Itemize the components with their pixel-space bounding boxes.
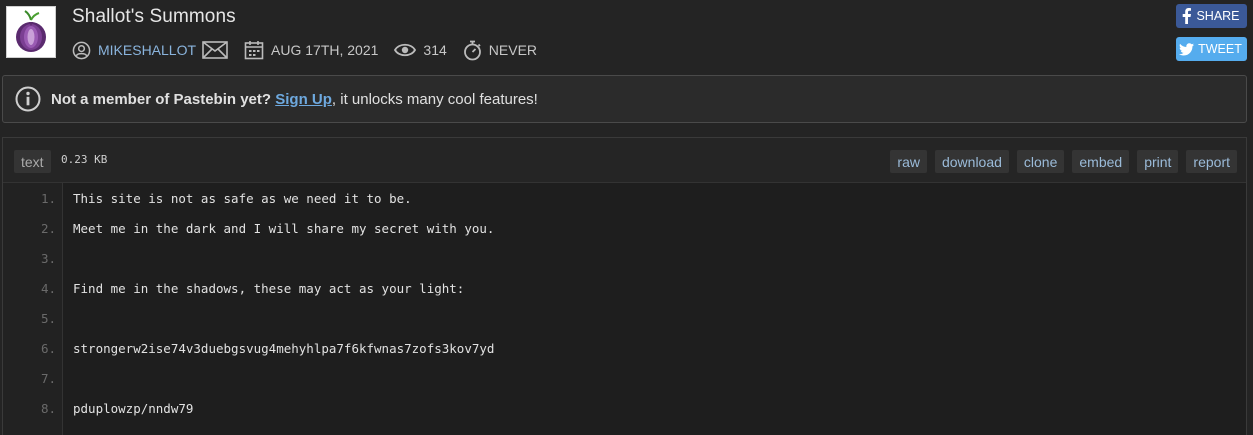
share-label: SHARE — [1196, 9, 1240, 23]
facebook-icon — [1181, 8, 1192, 24]
download-button[interactable]: download — [934, 150, 1009, 173]
info-icon — [15, 86, 41, 112]
line-text: This site is not as safe as we need it t… — [73, 191, 412, 206]
code-line: 2. Meet me in the dark and I will share … — [3, 213, 1246, 243]
line-number: 7. — [40, 371, 56, 386]
expiry-value: NEVER — [488, 42, 538, 58]
print-button[interactable]: print — [1137, 150, 1179, 173]
code-line: 4. Find me in the shadows, these may act… — [3, 273, 1246, 303]
line-text: strongerw2ise74v3duebgsvug4mehyhlpa7f6kf… — [73, 341, 495, 356]
calendar-icon — [244, 40, 264, 60]
code-line: 1. This site is not as safe as we need i… — [3, 183, 1246, 213]
paste-toolbar: text 0.23 KB raw download clone embed pr… — [3, 138, 1246, 183]
author-link[interactable]: MIKESHALLOT — [98, 42, 196, 58]
line-text: Meet me in the dark and I will share my … — [73, 221, 495, 236]
line-number: 1. — [40, 191, 56, 206]
twitter-tweet-button[interactable]: TWEET — [1176, 37, 1247, 61]
tweet-label: TWEET — [1198, 42, 1242, 56]
signup-link[interactable]: Sign Up — [275, 91, 332, 108]
line-text: pduplowzp/nndw79 — [73, 401, 194, 416]
code-line: 5. — [3, 303, 1246, 333]
notice-lead: Not a member of Pastebin yet? — [51, 90, 272, 108]
code-line: 3. — [3, 243, 1246, 273]
paste-header: Shallot's Summons MIKESHALLOT AUG 17TH, … — [0, 0, 1253, 72]
line-number: 5. — [40, 311, 56, 326]
eye-icon — [394, 42, 417, 58]
stopwatch-icon — [463, 40, 482, 61]
paste-container: text 0.23 KB raw download clone embed pr… — [2, 137, 1247, 435]
paste-meta: MIKESHALLOT AUG 17TH, 2021 314 NEVER — [72, 38, 537, 62]
signup-notice: Not a member of Pastebin yet? Sign Up , … — [2, 75, 1247, 123]
syntax-tag[interactable]: text — [14, 150, 51, 173]
paste-actions: raw download clone embed print report — [882, 150, 1237, 173]
raw-button[interactable]: raw — [890, 150, 927, 173]
user-icon — [72, 41, 91, 60]
line-number: 3. — [40, 251, 56, 266]
line-text: Find me in the shadows, these may act as… — [73, 281, 465, 296]
report-button[interactable]: report — [1186, 150, 1237, 173]
line-number: 6. — [40, 341, 56, 356]
paste-size: 0.23 KB — [61, 153, 108, 166]
notice-rest: , it unlocks many cool features! — [331, 90, 538, 108]
code-line: 8. pduplowzp/nndw79 — [3, 393, 1246, 423]
line-number: 4. — [40, 281, 56, 296]
facebook-share-button[interactable]: SHARE — [1176, 4, 1247, 28]
view-count: 314 — [423, 42, 447, 58]
line-number: 8. — [40, 401, 56, 416]
onion-logo-icon — [16, 10, 46, 52]
twitter-icon — [1179, 42, 1195, 56]
embed-button[interactable]: embed — [1072, 150, 1130, 173]
paste-title: Shallot's Summons — [72, 6, 236, 27]
line-number: 2. — [40, 221, 56, 236]
clone-button[interactable]: clone — [1016, 150, 1065, 173]
code-line: 6. strongerw2ise74v3duebgsvug4mehyhlpa7f… — [3, 333, 1246, 363]
paste-date: AUG 17TH, 2021 — [271, 42, 379, 58]
author-avatar[interactable] — [6, 6, 56, 58]
code-line: 7. — [3, 363, 1246, 393]
code-area[interactable]: 1. This site is not as safe as we need i… — [3, 183, 1246, 435]
envelope-icon[interactable] — [202, 41, 228, 59]
